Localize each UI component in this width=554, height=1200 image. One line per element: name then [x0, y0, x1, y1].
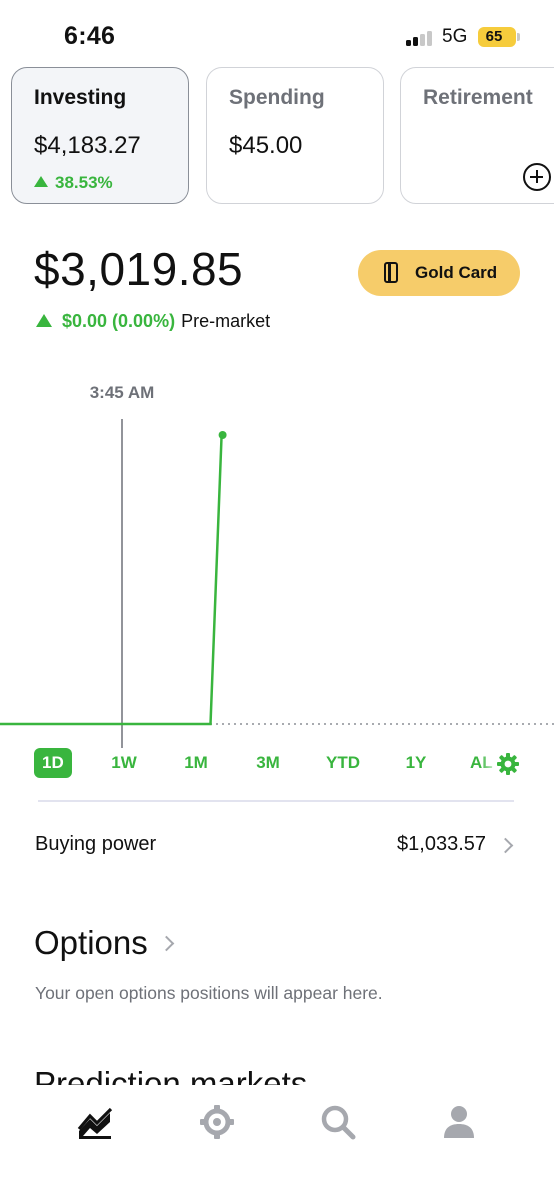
buying-power-row[interactable]: Buying power $1,033.57 — [0, 820, 554, 870]
tab-all[interactable]: AL — [470, 748, 496, 778]
battery-icon: 65 — [478, 27, 520, 47]
status-time: 6:46 — [64, 22, 116, 50]
buying-power-value: $1,033.57 — [397, 833, 486, 855]
card-icon — [384, 262, 398, 283]
gear-icon[interactable] — [496, 752, 520, 776]
portfolio-value: $3,019.85 — [34, 243, 244, 295]
card-title: Investing — [34, 86, 127, 109]
plus-circle-icon[interactable] — [523, 163, 551, 191]
chart-cursor-time: 3:45 AM — [89, 383, 155, 402]
up-arrow-icon — [34, 176, 48, 187]
tab-1m[interactable]: 1M — [176, 748, 216, 778]
network-label: 5G — [442, 26, 468, 47]
search-icon[interactable] — [318, 1102, 358, 1142]
tab-ytd[interactable]: YTD — [320, 748, 366, 778]
bottom-nav — [0, 1085, 554, 1200]
card-title: Spending — [229, 86, 325, 109]
tab-3m[interactable]: 3M — [248, 748, 288, 778]
card-title: Retirement — [423, 86, 533, 109]
prediction-markets-title: Prediction markets — [34, 1065, 308, 1085]
crypto-icon[interactable] — [197, 1102, 237, 1142]
status-bar: 6:46 5G 65 — [0, 0, 554, 70]
options-title: Options — [34, 924, 148, 961]
day-change: $0.00 (0.00%) Pre-market — [36, 311, 270, 332]
account-card-investing[interactable]: Investing $4,183.27 38.53% — [11, 67, 189, 204]
session-label: Pre-market — [181, 311, 271, 331]
chart-svg — [0, 419, 554, 748]
battery-level: 65 — [485, 28, 503, 45]
investing-chart-icon[interactable] — [75, 1102, 115, 1142]
options-header[interactable]: Options — [34, 924, 148, 962]
prediction-markets-header[interactable]: Prediction markets — [34, 1063, 307, 1085]
tab-1w[interactable]: 1W — [104, 748, 144, 778]
signal-icon — [406, 30, 434, 46]
chevron-right-icon — [497, 837, 514, 854]
card-change-value: 38.53% — [55, 173, 113, 192]
divider — [38, 800, 514, 802]
tab-1d[interactable]: 1D — [34, 748, 72, 778]
chart-series-line — [0, 434, 223, 726]
buying-power-label: Buying power — [35, 833, 157, 855]
chart-series — [0, 431, 227, 726]
chevron-right-icon[interactable] — [158, 935, 175, 952]
account-icon[interactable] — [439, 1102, 479, 1142]
account-card-retirement[interactable]: Retirement — [400, 67, 554, 204]
portfolio-chart[interactable]: 3:45 AM — [0, 370, 554, 750]
gold-card-button[interactable]: Gold Card — [358, 250, 520, 296]
card-value: $4,183.27 — [34, 132, 141, 159]
card-change: 38.53% — [34, 173, 113, 193]
account-card-spending[interactable]: Spending $45.00 — [206, 67, 384, 204]
day-change-value: $0.00 (0.00%) — [62, 311, 176, 331]
gold-card-label: Gold Card — [415, 263, 498, 282]
tab-1y[interactable]: 1Y — [396, 748, 436, 778]
chart-end-point — [218, 431, 227, 439]
up-arrow-icon — [36, 314, 52, 327]
card-value: $45.00 — [229, 132, 303, 159]
options-subtitle: Your open options positions will appear … — [35, 983, 383, 1003]
range-tabs: 1D 1W 1M 3M YTD 1Y AL — [0, 748, 554, 780]
